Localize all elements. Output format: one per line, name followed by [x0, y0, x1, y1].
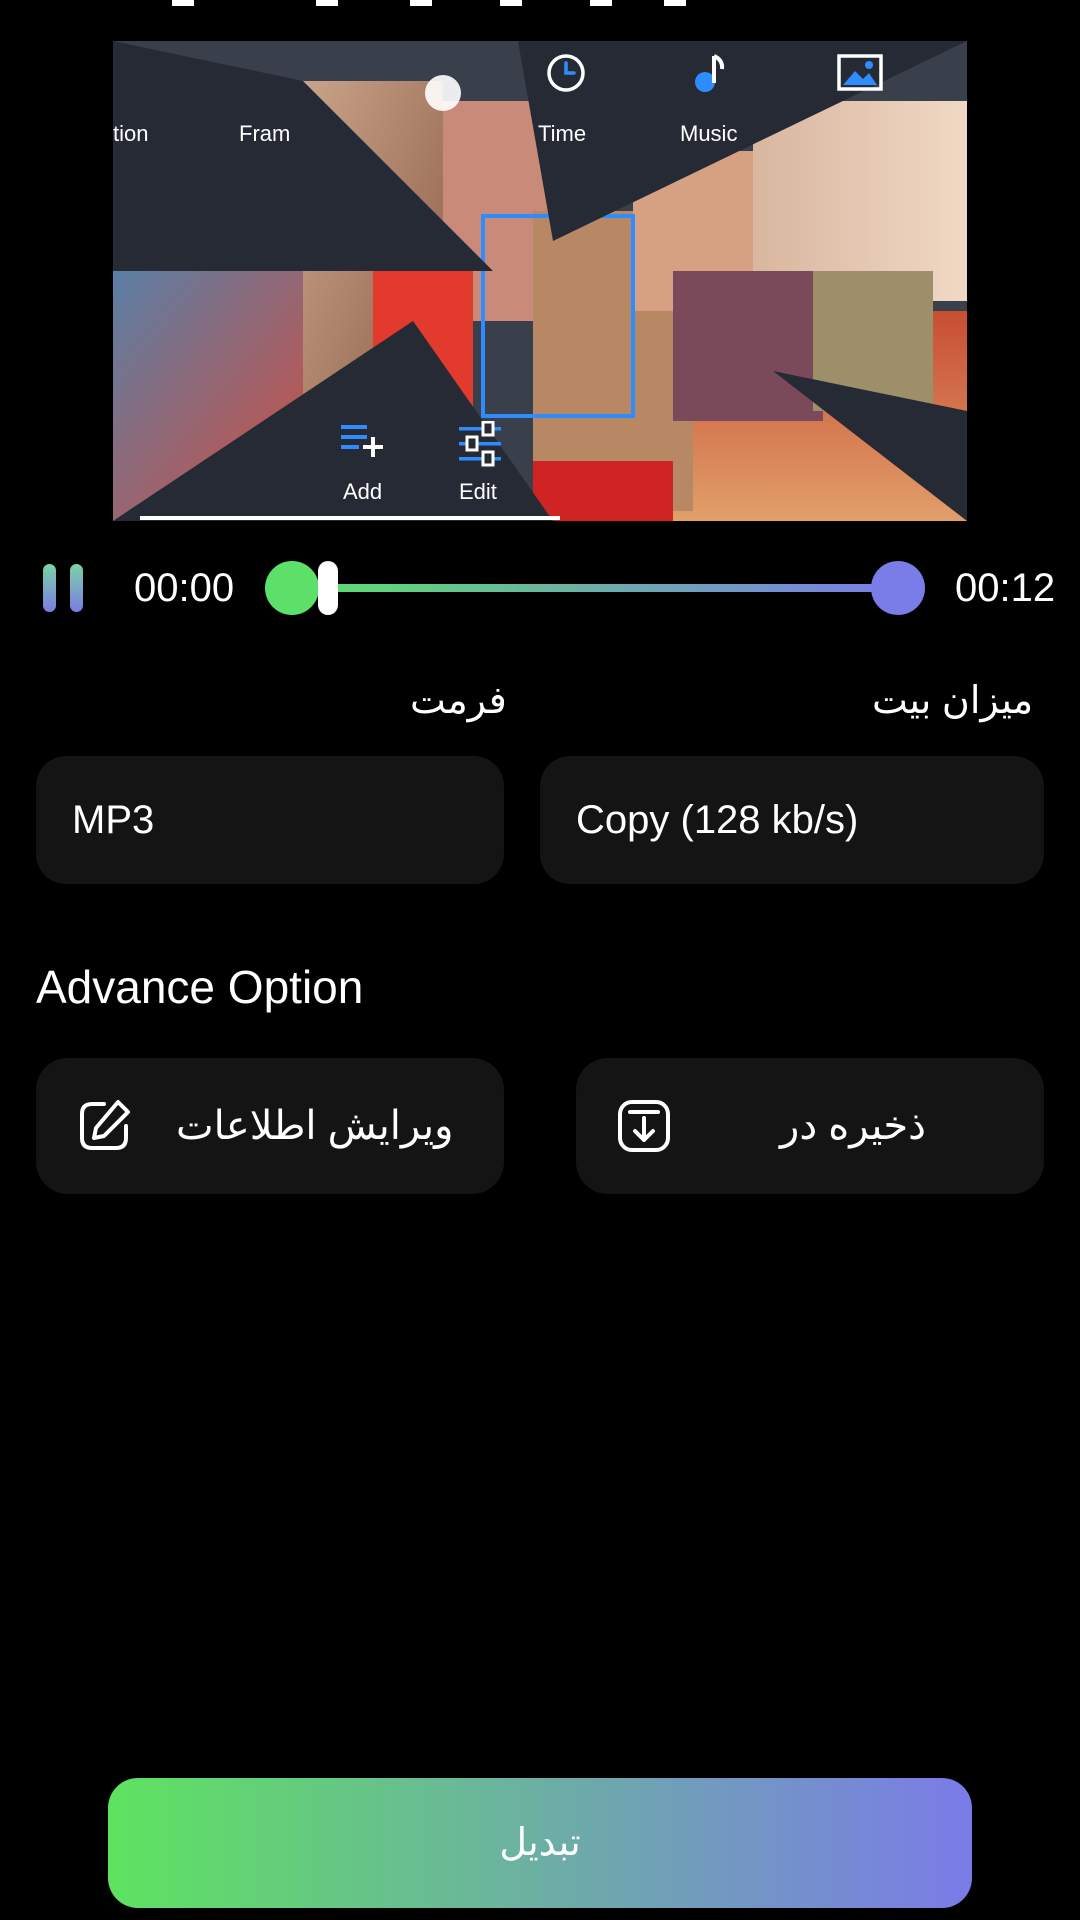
status-bar-fragment	[0, 0, 1080, 10]
advanced-option-title: Advance Option	[36, 961, 364, 1013]
pause-icon	[43, 564, 56, 612]
download-icon	[618, 1100, 670, 1152]
playhead-handle[interactable]	[318, 561, 338, 615]
music-note-icon[interactable]	[689, 51, 733, 95]
collage-art	[113, 41, 967, 521]
end-time: 00:12	[955, 566, 1056, 610]
trim-start-knob[interactable]	[265, 561, 319, 615]
clock-icon[interactable]	[544, 51, 588, 95]
image-icon[interactable]	[837, 53, 883, 93]
menu-music-label[interactable]: Music	[680, 121, 737, 147]
pause-button[interactable]	[40, 560, 90, 616]
add-list-icon[interactable]	[339, 421, 385, 459]
bitrate-select[interactable]: Copy (128 kb/s)	[540, 756, 1044, 884]
edit-icon	[80, 1100, 130, 1150]
start-time: 00:00	[134, 566, 235, 610]
preview-progress-line	[140, 516, 560, 520]
format-label: فرمت	[410, 680, 507, 722]
format-select[interactable]: MP3	[36, 756, 504, 884]
video-preview[interactable]: tion Fram Time Music Add Edit	[113, 41, 967, 521]
sliders-icon[interactable]	[457, 421, 503, 467]
trim-end-knob[interactable]	[871, 561, 925, 615]
convert-button[interactable]: تبدیل	[108, 1778, 972, 1908]
save-to-button[interactable]: ذخیره در	[576, 1058, 1044, 1194]
menu-frame-label[interactable]: Fram	[239, 121, 290, 147]
menu-transition-label[interactable]: tion	[113, 121, 148, 147]
edit-info-label: ویرایش اطلاعات	[176, 1104, 454, 1148]
menu-time-label[interactable]: Time	[538, 121, 586, 147]
save-to-label: ذخیره در	[780, 1104, 926, 1148]
bitrate-label: میزان بیت	[872, 680, 1034, 722]
trim-slider-track[interactable]	[292, 584, 898, 592]
edit-info-button[interactable]: ویرایش اطلاعات	[36, 1058, 504, 1194]
menu-edit-label[interactable]: Edit	[459, 479, 497, 505]
menu-add-label[interactable]: Add	[343, 479, 382, 505]
